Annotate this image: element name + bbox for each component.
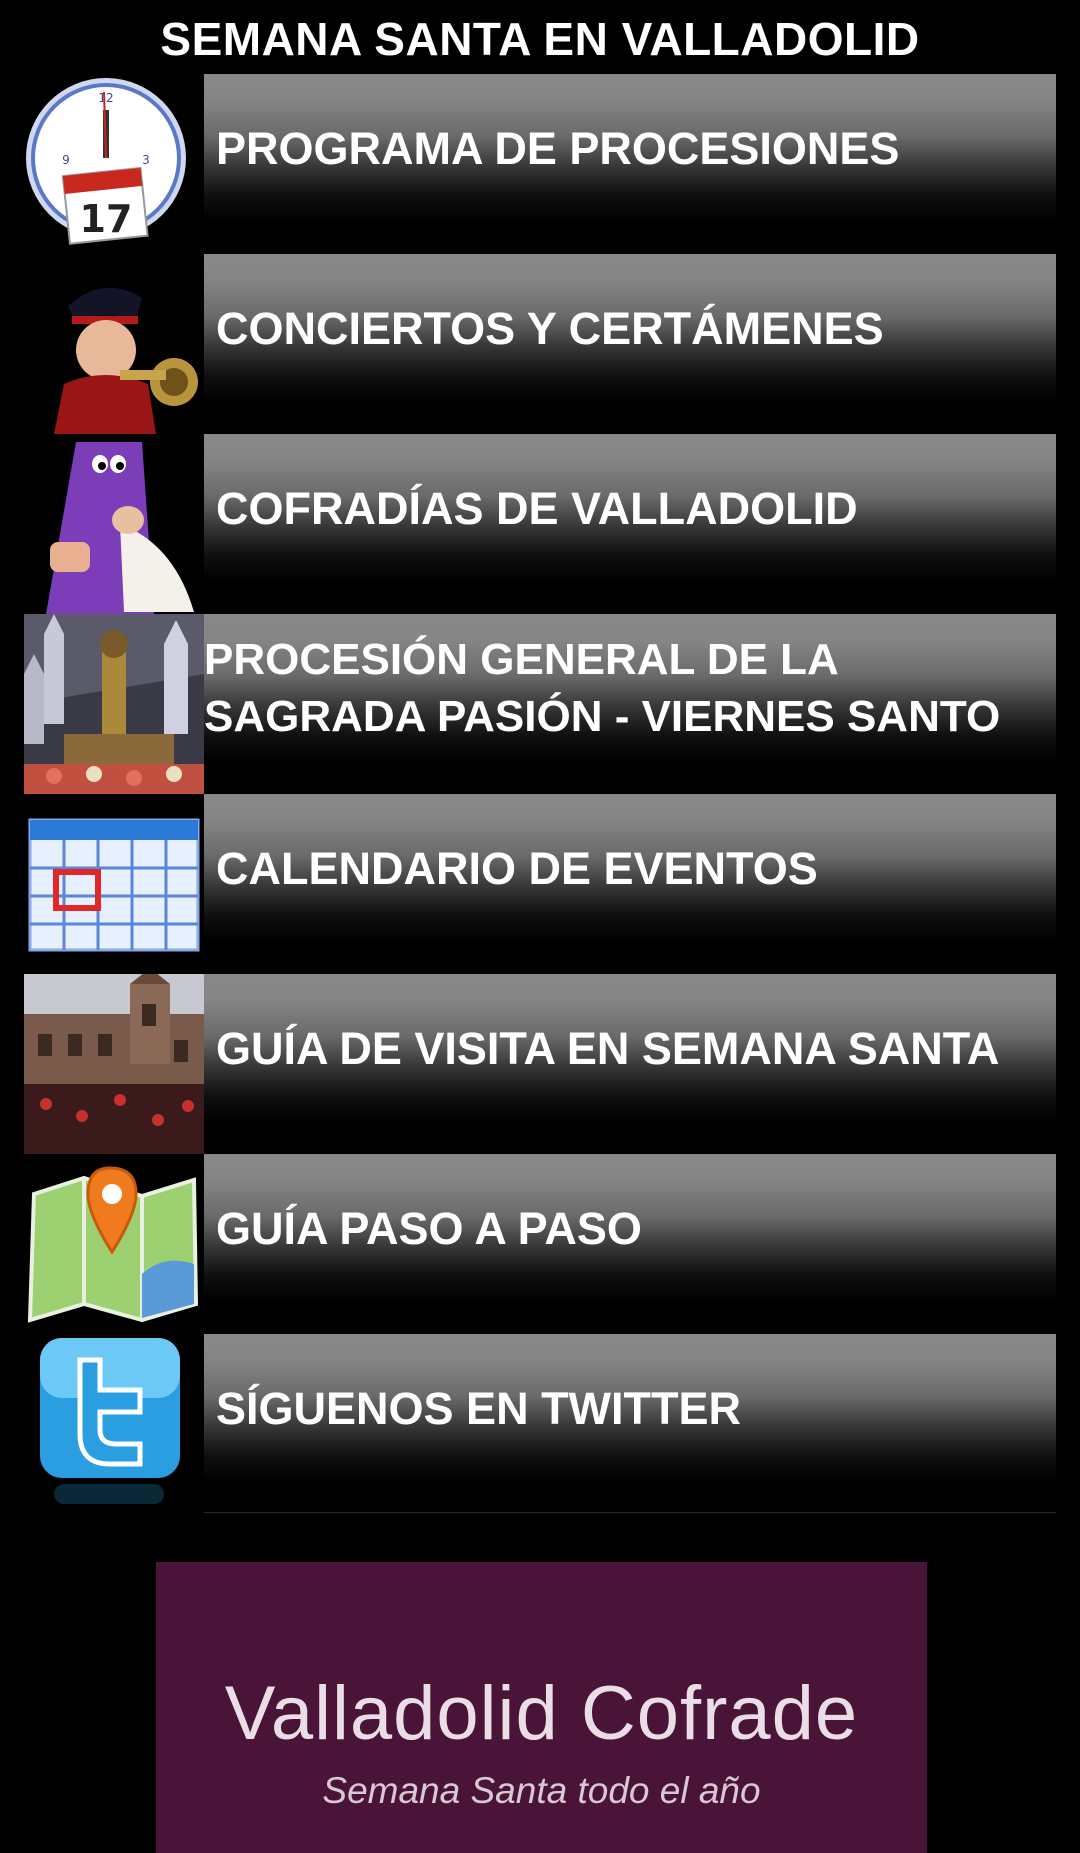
svg-text:9: 9 [62,153,70,167]
menu-item-guia-visita[interactable]: GUÍA DE VISITA EN SEMANA SANTA [24,974,1056,1154]
menu-item-calendario[interactable]: CALENDARIO DE EVENTOS [24,794,1056,974]
guia-visita-button[interactable]: GUÍA DE VISITA EN SEMANA SANTA [204,974,1056,1122]
programa-procesiones-button[interactable]: PROGRAMA DE PROCESIONES [204,74,1056,222]
guia-paso-a-paso-button[interactable]: GUÍA PASO A PASO [204,1154,1056,1302]
building-photo-icon [24,974,204,1154]
banner-title: Valladolid Cofrade [224,1671,859,1756]
map-pin-icon [24,1154,204,1334]
procesion-label-line1: PROCESIÓN GENERAL DE LA [204,635,839,684]
procesion-general-button[interactable]: PROCESIÓN GENERAL DE LA SAGRADA PASIÓN -… [204,614,1056,762]
cofradias-valladolid-button[interactable]: COFRADÍAS DE VALLADOLID [204,434,1056,582]
svg-text:12: 12 [98,91,113,105]
list-divider [204,1512,1056,1513]
menu-item-cofradias[interactable]: COFRADÍAS DE VALLADOLID [24,434,1056,614]
svg-text:17: 17 [80,197,133,241]
svg-text:3: 3 [142,153,150,167]
clock-calendar-icon: 123 69 17 [24,74,204,254]
twitter-icon [24,1334,204,1514]
procesion-label-line2: SAGRADA PASIÓN - VIERNES SANTO [204,692,1001,741]
banner-subtitle: Semana Santa todo el año [322,1770,761,1811]
menu-item-programa[interactable]: 123 69 17 PROGRAMA DE PROCESIONES [24,74,1056,254]
procession-photo-icon [24,614,204,794]
nazareno-figure-icon [24,434,204,614]
band-musician-icon [24,254,204,434]
menu-item-procesion-general[interactable]: PROCESIÓN GENERAL DE LA SAGRADA PASIÓN -… [24,614,1056,794]
menu-item-twitter[interactable]: SÍGUENOS EN TWITTER [24,1334,1056,1514]
valladolid-cofrade-banner[interactable]: Valladolid Cofrade Semana Santa todo el … [156,1562,927,1853]
conciertos-certamenes-button[interactable]: CONCIERTOS Y CERTÁMENES [204,254,1056,402]
calendario-eventos-button[interactable]: CALENDARIO DE EVENTOS [204,794,1056,942]
menu-item-conciertos[interactable]: CONCIERTOS Y CERTÁMENES [24,254,1056,434]
menu-item-guia-paso[interactable]: GUÍA PASO A PASO [24,1154,1056,1334]
page-title: SEMANA SANTA EN VALLADOLID [160,13,920,65]
siguenos-twitter-button[interactable]: SÍGUENOS EN TWITTER [204,1334,1056,1482]
calendar-grid-icon [24,794,204,974]
